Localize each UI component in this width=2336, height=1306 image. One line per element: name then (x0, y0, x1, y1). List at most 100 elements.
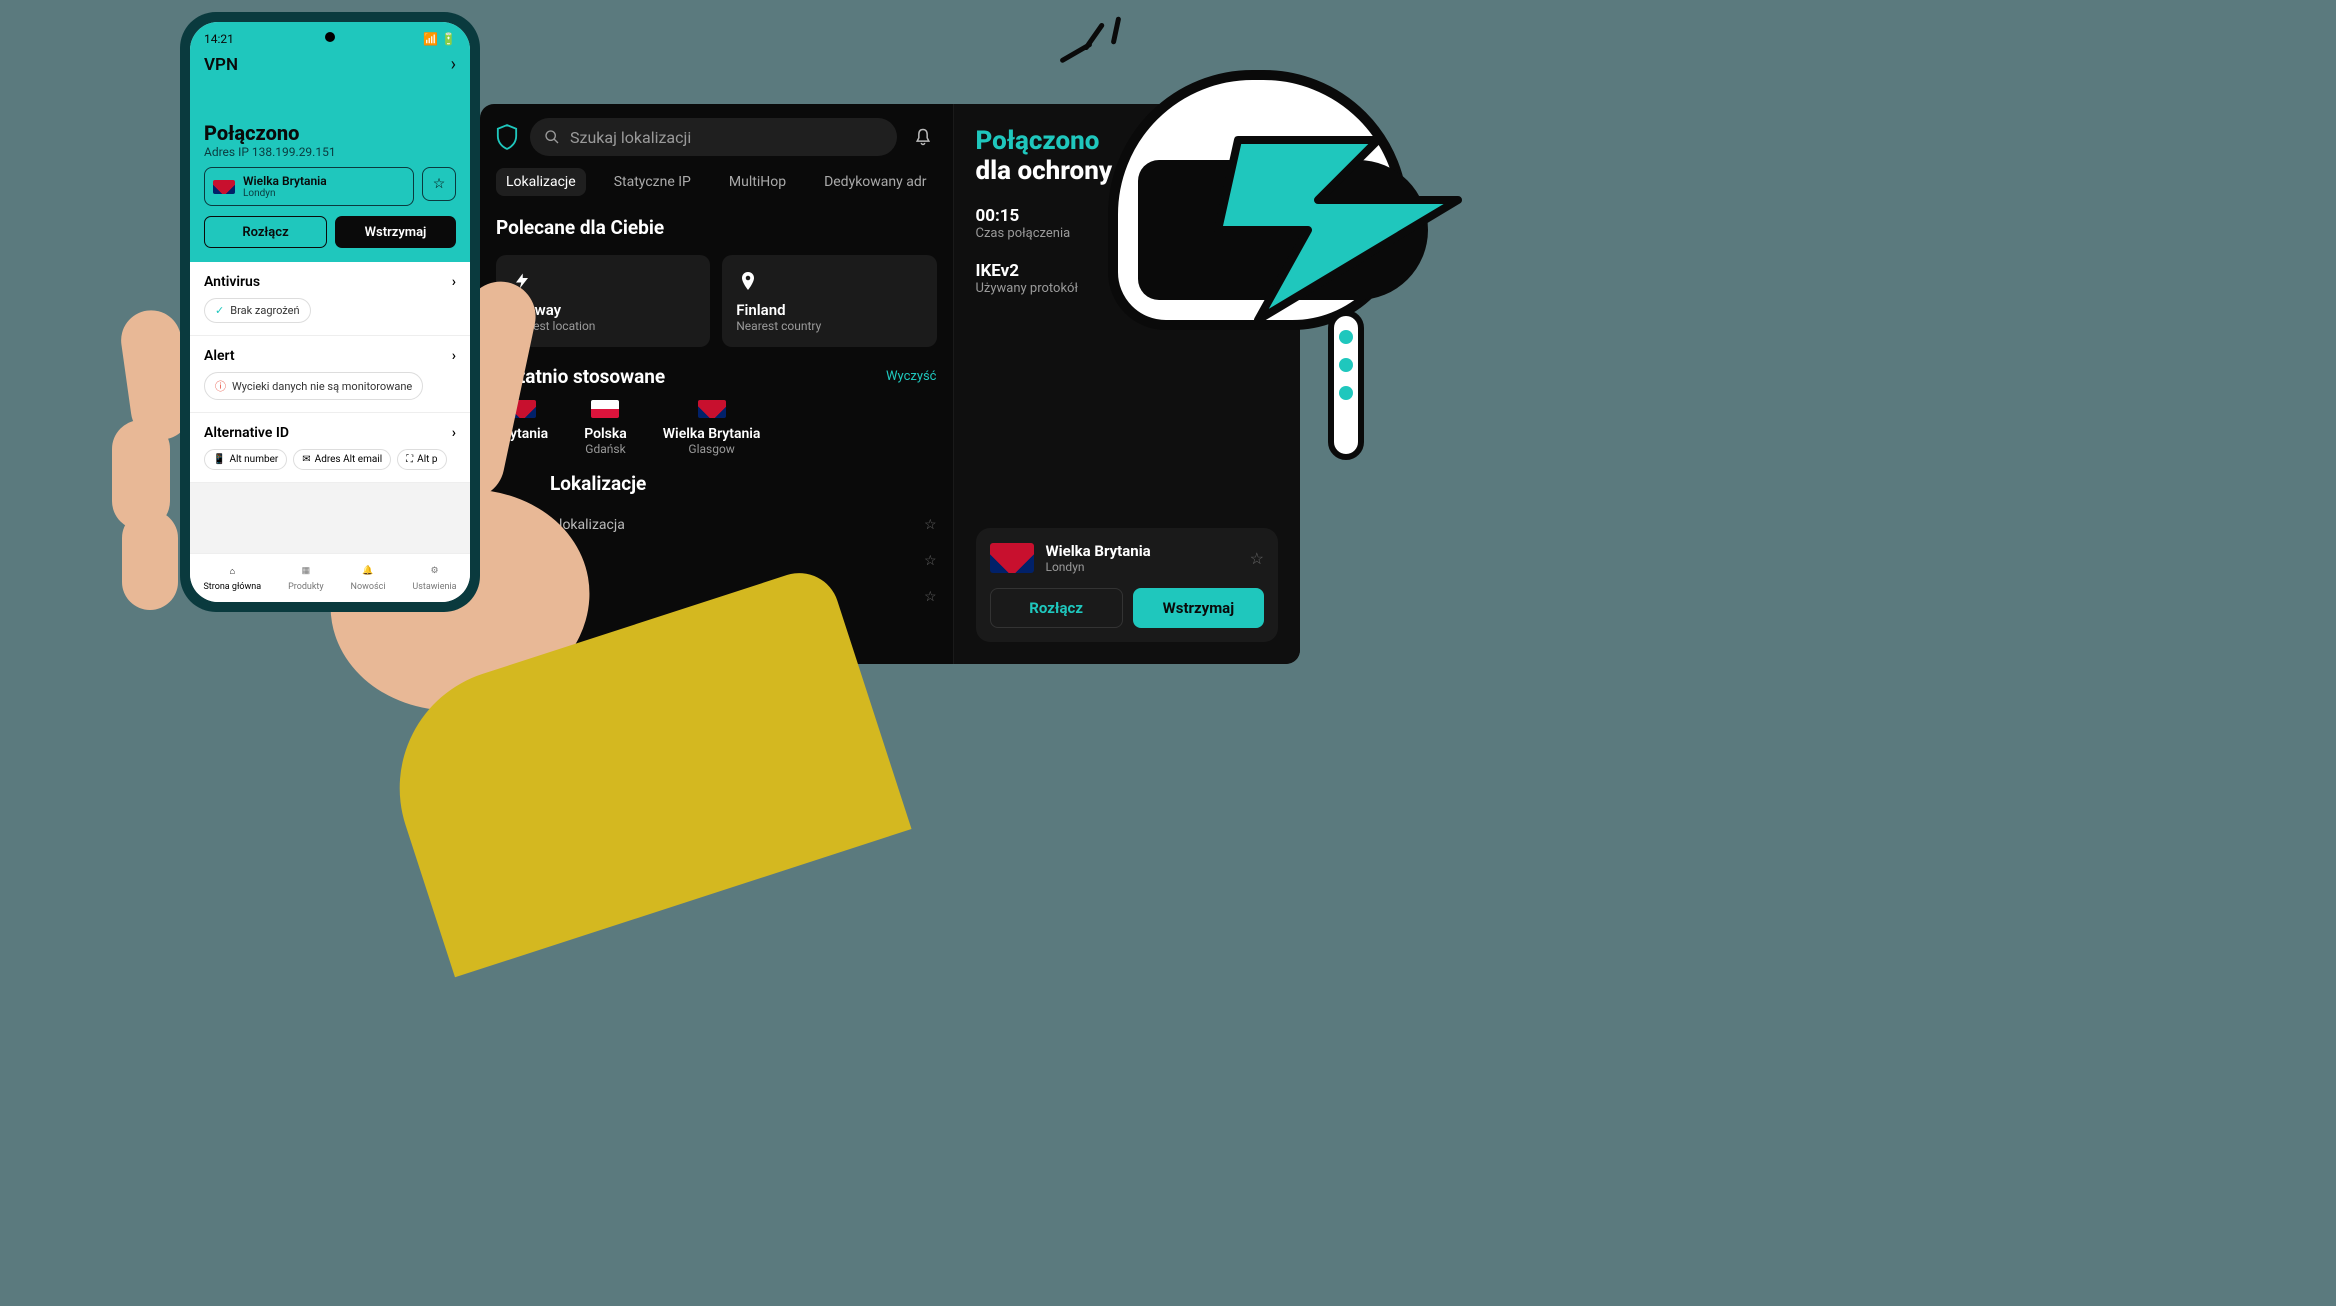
grid-icon: ▦ (288, 562, 324, 580)
location-name: Wielka Brytania (243, 174, 327, 188)
alt-more-pill[interactable]: ⛶Alt p (397, 449, 446, 470)
current-location-card: Wielka Brytania Londyn ☆ Rozłącz Wstrzym… (976, 528, 1279, 642)
list-item[interactable]: Wirtualna lokalizacja ☆ (496, 507, 937, 543)
nav-news[interactable]: 🔔 Nowości (351, 562, 386, 592)
antivirus-title: Antivirus (204, 274, 260, 290)
bell-icon (913, 127, 933, 147)
star-icon[interactable]: ☆ (1250, 549, 1264, 568)
reco-name: Norway (510, 301, 696, 319)
chevron-right-icon: › (452, 274, 456, 290)
recent-item[interactable]: Brytania (496, 400, 548, 456)
protocol-stat: IKEv2 Używany protokół (976, 261, 1279, 296)
recent-name: Polska (584, 426, 627, 442)
pin-icon (736, 269, 760, 293)
reco-card-fastest[interactable]: Norway Fastest location (496, 255, 710, 347)
location-selector[interactable]: Wielka Brytania Londyn (204, 167, 414, 206)
recent-city: Glasgow (663, 442, 761, 456)
disconnect-button[interactable]: Rozłącz (204, 216, 327, 248)
action-buttons: Rozłącz Wstrzymaj (990, 588, 1265, 628)
tab-multihop[interactable]: MultiHop (719, 168, 796, 196)
notifications-button[interactable] (909, 123, 937, 151)
search-icon (544, 129, 560, 145)
connection-status: Połączono dla ochrony (976, 126, 1279, 186)
ip-address: Adres IP 138.199.29.151 (204, 145, 456, 159)
warning-icon: ⓘ (215, 378, 226, 394)
tab-static-ip[interactable]: Statyczne IP (604, 168, 701, 196)
app-title: VPN (204, 55, 238, 75)
recommended-heading: Polecane dla Ciebie (480, 208, 953, 247)
nav-label: Produkty (288, 582, 324, 592)
nav-home[interactable]: ⌂ Strona główna (203, 562, 261, 592)
flag-uk-icon (698, 400, 726, 418)
recent-row: Brytania Polska Gdańsk Wielka Brytania G… (480, 392, 953, 464)
recent-city: Gdańsk (584, 442, 627, 456)
altid-pills: 📱Alt number ✉Adres Alt email ⛶Alt p (204, 449, 456, 470)
alt-number-pill[interactable]: 📱Alt number (204, 449, 287, 470)
flag-uk-icon (508, 400, 536, 418)
antivirus-status-pill: ✓ Brak zagrożeń (204, 298, 311, 323)
reco-sub: Nearest country (736, 319, 922, 333)
recent-item[interactable]: Wielka Brytania Glasgow (663, 400, 761, 456)
tab-locations[interactable]: Lokalizacje (496, 168, 586, 196)
desktop-left-col: Szukaj lokalizacji Lokalizacje Statyczne… (480, 104, 953, 664)
recommended-row: Norway Fastest location Finland Nearest … (480, 247, 953, 355)
nav-label: Ustawienia (412, 582, 456, 592)
chevron-right-icon: › (452, 425, 456, 441)
flag-pl-icon (591, 400, 619, 418)
search-input[interactable]: Szukaj lokalizacji (530, 118, 897, 156)
star-icon[interactable]: ☆ (924, 517, 937, 533)
nav-settings[interactable]: ⚙ Ustawienia (412, 562, 456, 592)
camera-notch (325, 32, 335, 42)
connected-heading: Połączono (204, 121, 456, 145)
connected-label-1: Połączono (976, 126, 1279, 156)
pause-button[interactable]: Wstrzymaj (1133, 588, 1264, 628)
alert-title: Alert (204, 348, 235, 364)
flag-uk-icon (213, 180, 235, 194)
favorite-button[interactable]: ☆ (422, 167, 456, 201)
connected-label-2: dla ochrony (976, 156, 1279, 186)
alert-card[interactable]: Alert › ⓘ Wycieki danych nie są monitoro… (190, 336, 470, 413)
tab-dedicated[interactable]: Dedykowany adr (814, 168, 936, 196)
phone-action-buttons: Rozłącz Wstrzymaj (204, 216, 456, 248)
location-city: Londyn (1046, 560, 1238, 574)
app-title-row[interactable]: VPN › (204, 54, 456, 75)
location-text: Wielka Brytania Londyn (1046, 542, 1238, 574)
search-placeholder: Szukaj lokalizacji (570, 128, 691, 147)
list-item[interactable]: lokalizacja ☆ (496, 543, 937, 579)
recent-item[interactable]: Polska Gdańsk (584, 400, 627, 456)
location-row: Wielka Brytania Londyn ☆ (990, 542, 1265, 574)
altid-card[interactable]: Alternative ID › 📱Alt number ✉Adres Alt … (190, 413, 470, 483)
chevron-right-icon: › (452, 348, 456, 364)
check-icon: ✓ (215, 304, 224, 317)
antivirus-card[interactable]: Antivirus › ✓ Brak zagrożeń (190, 262, 470, 336)
clear-recent-link[interactable]: Wyczyść (886, 369, 937, 384)
alert-status: Wycieki danych nie są monitorowane (232, 380, 412, 393)
connection-time-label: Czas połączenia (976, 226, 1279, 241)
recent-name: Wielka Brytania (663, 426, 761, 442)
disconnect-button[interactable]: Rozłącz (990, 588, 1123, 628)
location-label: lokalizacia (496, 589, 562, 605)
time-stat: 00:15 Czas połączenia (976, 206, 1279, 241)
pause-button[interactable]: Wstrzymaj (335, 216, 456, 248)
alert-status-pill: ⓘ Wycieki danych nie są monitorowane (204, 372, 423, 400)
phone-bottom-nav: ⌂ Strona główna ▦ Produkty 🔔 Nowości ⚙ U… (190, 553, 470, 602)
alt-email-pill[interactable]: ✉Adres Alt email (293, 449, 391, 470)
recent-name: Brytania (496, 426, 548, 442)
desktop-panel: Szukaj lokalizacji Lokalizacje Statyczne… (480, 104, 1300, 664)
phone-screen: 14:21 📶 🔋 VPN › Połączono Adres IP 138.1… (190, 22, 470, 602)
nav-label: Strona główna (203, 582, 261, 592)
phone-header: 14:21 📶 🔋 VPN › Połączono Adres IP 138.1… (190, 22, 470, 262)
scan-icon: ⛶ (406, 454, 413, 465)
home-icon: ⌂ (203, 562, 261, 580)
location-tabs: Lokalizacje Statyczne IP MultiHop Dedyko… (480, 168, 953, 208)
location-selector-row: Wielka Brytania Londyn ☆ (204, 167, 456, 206)
list-item[interactable]: lokalizacia ☆ (496, 579, 937, 615)
star-icon[interactable]: ☆ (924, 553, 937, 569)
email-icon: ✉ (302, 454, 310, 465)
antivirus-status: Brak zagrożeń (230, 304, 299, 317)
phone-icon: 📱 (213, 454, 225, 465)
recent-header: Ostatnio stosowane Wyczyść (480, 355, 953, 392)
reco-card-nearest[interactable]: Finland Nearest country (722, 255, 936, 347)
star-icon[interactable]: ☆ (924, 589, 937, 605)
nav-products[interactable]: ▦ Produkty (288, 562, 324, 592)
